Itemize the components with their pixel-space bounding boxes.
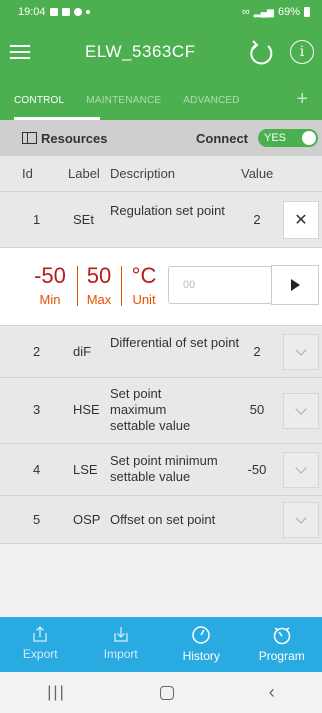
row-id: 2 <box>33 344 41 359</box>
row-value: 50 <box>249 402 265 417</box>
tab-advanced[interactable]: ADVANCED <box>183 95 239 106</box>
send-value-button[interactable] <box>271 265 319 305</box>
battery-icon <box>304 7 310 17</box>
chevron-down-icon <box>295 344 307 356</box>
close-icon: ✕ <box>294 212 308 229</box>
tab-maintenance[interactable]: MAINTENANCE <box>86 95 161 106</box>
value-editor: -50 Min 50 Max °C Unit 00 <box>0 248 322 326</box>
refresh-icon[interactable] <box>246 38 276 68</box>
close-row-button[interactable]: ✕ <box>283 201 319 239</box>
expand-row-button[interactable] <box>283 334 319 370</box>
column-header-id: Id <box>22 166 33 181</box>
resources-bar: Resources Connect YES <box>0 120 322 156</box>
value-input[interactable]: 00 <box>168 266 272 304</box>
recent-apps-icon[interactable]: ||| <box>47 684 65 702</box>
book-icon <box>22 132 37 144</box>
program-icon <box>273 627 290 645</box>
app-notification-icon <box>73 8 82 16</box>
row-id: 5 <box>33 512 41 527</box>
column-header-value: Value <box>241 166 274 181</box>
back-icon[interactable]: ‹ <box>269 682 275 703</box>
table-row[interactable]: 3 HSE Set point maximum settable value 5… <box>0 378 322 444</box>
chevron-down-icon <box>295 462 307 474</box>
table-row[interactable]: 1 SEt Regulation set point 2 ✕ <box>0 192 322 248</box>
signal-icon: ▂▄▆ <box>253 6 274 17</box>
status-time: 19:04 <box>18 6 46 18</box>
row-label: HSE <box>73 402 100 417</box>
menu-icon[interactable] <box>10 45 30 59</box>
gallery-notification-icon <box>49 8 58 16</box>
row-value: 2 <box>253 212 261 227</box>
row-id: 1 <box>33 212 41 227</box>
row-label: LSE <box>73 462 98 477</box>
export-label: Export <box>22 647 58 661</box>
max-value: 50 <box>86 263 112 288</box>
divider <box>77 266 78 306</box>
chevron-down-icon <box>295 403 307 415</box>
program-button[interactable]: Program <box>242 617 322 672</box>
row-id: 4 <box>33 462 41 477</box>
play-icon <box>290 279 300 291</box>
home-icon[interactable] <box>160 685 175 700</box>
row-description: Regulation set point <box>110 203 225 218</box>
min-label: Min <box>39 292 61 307</box>
system-nav-bar: ||| ‹ <box>0 672 322 713</box>
battery-level: 69% <box>277 6 300 18</box>
export-icon <box>33 626 47 642</box>
import-icon <box>114 627 128 642</box>
row-description: Differential of set point <box>110 335 240 350</box>
table-row[interactable]: 4 LSE Set point minimum settable value -… <box>0 444 322 496</box>
table-row[interactable]: 5 OSP Offset on set point <box>0 496 322 544</box>
unit-value: °C <box>131 263 157 288</box>
expand-row-button[interactable] <box>283 452 319 488</box>
status-bar: 19:04 ∞ ▂▄▆ 69% <box>0 0 322 24</box>
bottom-nav: Export Import History Program <box>0 617 322 672</box>
more-notifications-icon <box>85 10 90 14</box>
row-label: OSP <box>73 512 101 527</box>
row-description: Offset on set point <box>110 512 216 527</box>
connect-label: Connect <box>196 130 248 146</box>
row-value: 2 <box>253 344 261 359</box>
table-row[interactable]: 2 diF Differential of set point 2 <box>0 326 322 378</box>
tab-bar: CONTROL MAINTENANCE ADVANCED + <box>0 80 322 120</box>
max-label: Max <box>86 292 112 307</box>
device-title: ELW_5363CF <box>85 42 196 61</box>
tab-control[interactable]: CONTROL <box>14 95 64 106</box>
history-icon <box>192 626 210 644</box>
row-label: SEt <box>73 212 94 227</box>
expand-row-button[interactable] <box>283 502 319 538</box>
info-icon[interactable]: i <box>290 40 314 64</box>
add-tab-icon[interactable]: + <box>296 88 308 111</box>
row-label: diF <box>73 344 92 359</box>
import-label: Import <box>103 647 138 661</box>
app-bar: ELW_5363CF i <box>0 24 322 80</box>
column-header-label: Label <box>68 166 100 181</box>
history-button[interactable]: History <box>161 617 241 672</box>
table-header: Id Label Description Value <box>0 156 322 192</box>
link-icon: ∞ <box>241 6 250 18</box>
chevron-down-icon <box>295 512 307 524</box>
expand-row-button[interactable] <box>283 393 319 429</box>
unit-label: Unit <box>132 292 156 307</box>
connect-toggle[interactable]: YES <box>258 129 318 147</box>
column-header-description: Description <box>110 166 176 181</box>
row-id: 3 <box>33 402 41 417</box>
import-button[interactable]: Import <box>81 617 161 672</box>
resources-label: Resources <box>41 130 108 146</box>
row-description: Set point minimum settable value <box>110 453 218 484</box>
mail-notification-icon <box>61 8 70 16</box>
export-button[interactable]: Export <box>0 617 80 672</box>
min-value: -50 <box>34 263 66 288</box>
row-value: -50 <box>247 462 267 477</box>
program-label: Program <box>258 649 305 663</box>
divider <box>121 266 122 306</box>
history-label: History <box>182 649 220 663</box>
row-description: Set point maximum settable value <box>110 386 191 433</box>
